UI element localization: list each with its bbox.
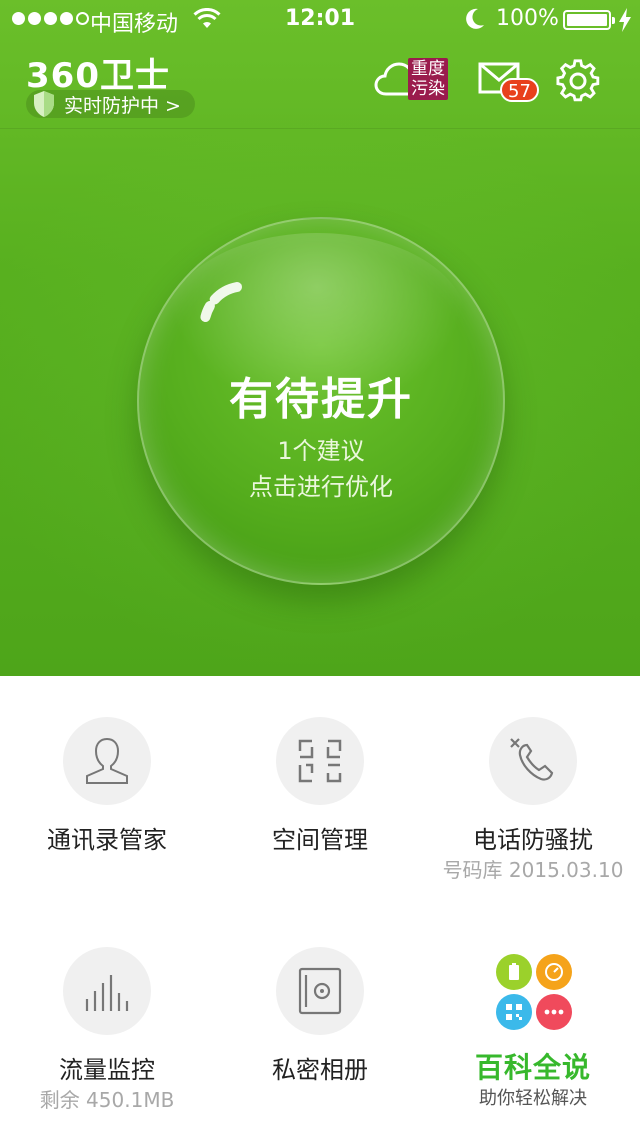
phone-icon-circle — [489, 717, 577, 805]
contacts-label: 通讯录管家 — [47, 826, 167, 854]
phone-label: 电话防骚扰 — [473, 826, 593, 854]
album-label: 私密相册 — [272, 1056, 368, 1084]
safe-icon — [298, 967, 342, 1015]
pollution-status-button[interactable]: 重度 污染 — [374, 56, 450, 104]
pollution-badge-line1: 重度 — [411, 59, 445, 79]
optimize-hint: 点击进行优化 — [249, 473, 393, 501]
traffic-icon-circle — [63, 947, 151, 1035]
traffic-remaining: 剩余 450.1MB — [39, 1088, 175, 1112]
do-not-disturb-moon-icon — [466, 8, 484, 29]
status-bar: 中国移动 12:01 100% — [0, 0, 640, 40]
album-icon-circle — [276, 947, 364, 1035]
battery-icon — [563, 10, 615, 30]
wiki-icon-cluster — [496, 954, 576, 1034]
battery-percent: 100% — [496, 6, 559, 31]
header-divider — [0, 128, 640, 129]
grid-item-contacts[interactable]: 通讯录管家 — [0, 676, 214, 896]
settings-gear-icon[interactable] — [556, 58, 600, 102]
wiki-subtitle: 助你轻松解决 — [479, 1088, 587, 1109]
pollution-badge-line2: 污染 — [411, 79, 445, 99]
charging-bolt-icon — [619, 8, 631, 32]
messages-button[interactable]: 57 — [478, 62, 540, 106]
bubble-highlight — [200, 282, 242, 324]
shield-icon — [34, 91, 54, 117]
space-icon-circle — [276, 717, 364, 805]
unread-count-badge: 57 — [500, 78, 539, 102]
qr-code-icon — [496, 994, 532, 1030]
protection-status-label: 实时防护中 > — [64, 94, 181, 117]
status-bubble-button[interactable]: 有待提升 1个建议 点击进行优化 — [137, 217, 505, 585]
grid-item-space[interactable]: 空间管理 — [213, 676, 427, 896]
wiki-title: 百科全说 — [474, 1051, 591, 1084]
optimization-status-title: 有待提升 — [229, 374, 413, 425]
phone-block-icon — [510, 738, 554, 781]
phone-db-version: 号码库 2015.03.10 — [442, 858, 624, 882]
traffic-bars-icon — [85, 975, 129, 1011]
realtime-protection-link[interactable]: 实时防护中 > — [26, 90, 195, 118]
space-label: 空间管理 — [272, 826, 368, 854]
grid-item-album[interactable]: 私密相册 — [213, 906, 427, 1126]
person-icon — [86, 737, 128, 784]
contacts-icon-circle — [63, 717, 151, 805]
pollution-badge: 重度 污染 — [408, 58, 448, 100]
hero-area: 中国移动 12:01 100% 360卫士 实时防护中 > 重度 污染 57 有… — [0, 0, 640, 676]
grid-item-traffic[interactable]: 流量监控 剩余 450.1MB — [0, 906, 214, 1126]
suggestion-count: 1个建议 — [277, 437, 365, 465]
grid-item-phone[interactable]: 电话防骚扰 号码库 2015.03.10 — [426, 676, 640, 896]
battery-app-icon — [496, 954, 532, 990]
space-grid-icon — [298, 739, 342, 783]
traffic-label: 流量监控 — [59, 1056, 155, 1084]
more-dots-icon — [536, 994, 572, 1030]
speedometer-icon — [536, 954, 572, 990]
